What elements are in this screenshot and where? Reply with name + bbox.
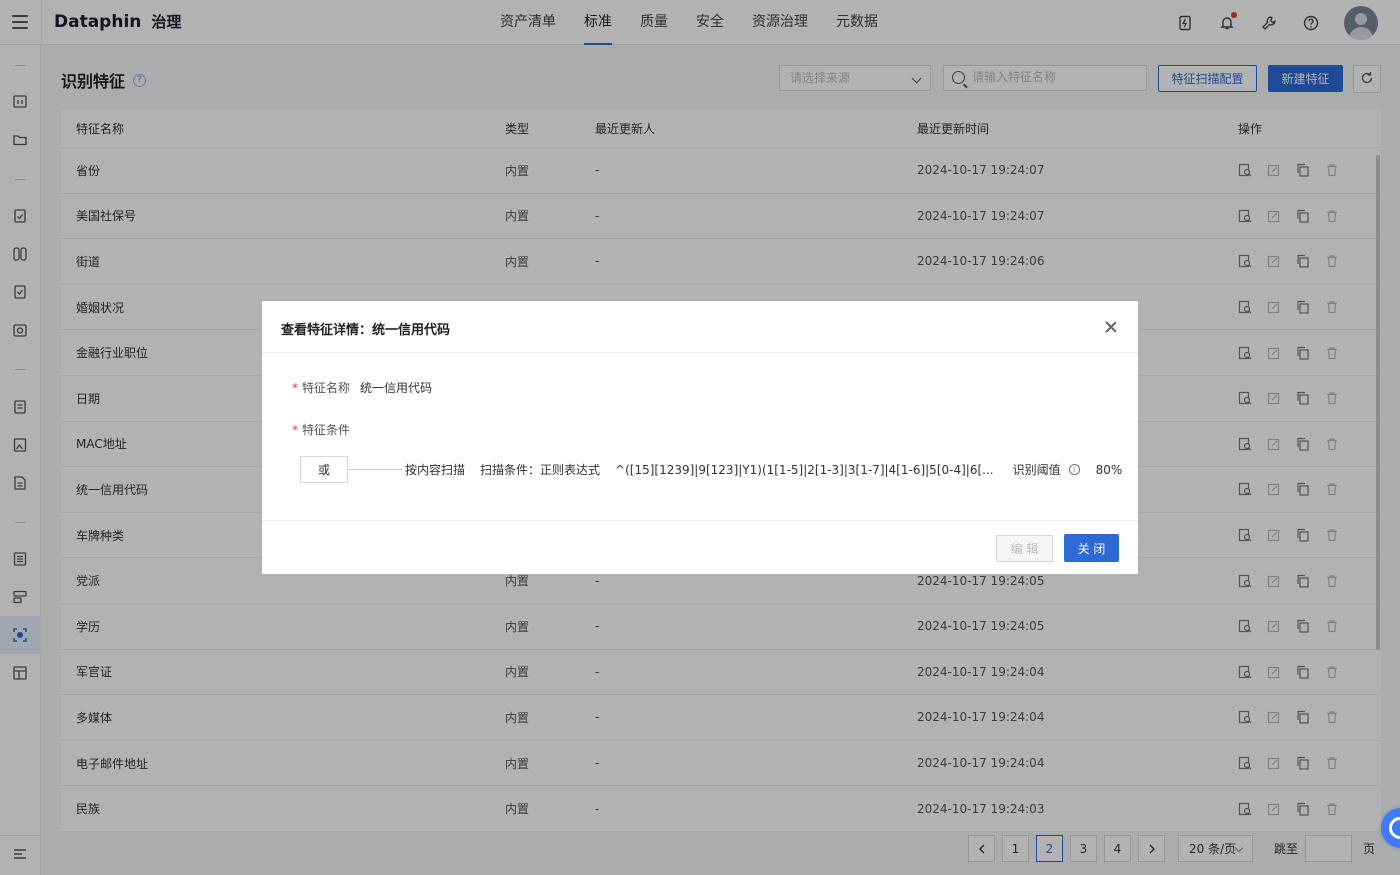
close-button[interactable]: 关 闭 [1064,534,1119,562]
scan-condition: 扫描条件：正则表达式 [480,463,601,477]
edit-button[interactable]: 编 辑 [996,535,1053,562]
feature-name-label: 特征名称 [302,381,351,395]
feature-name-value: 统一信用代码 [360,381,433,395]
threshold-label: 识别阈值 [1012,463,1061,477]
modal-header: 查看特征详情：统一信用代码 [262,301,1138,353]
info-icon[interactable]: i [1068,464,1080,475]
feature-name-row: * 特征名称 统一信用代码 [292,379,432,396]
regex-expression: ^([15][1239]|9[123]|Y1)(1[1-5]|2[1-3]|3[… [615,462,994,477]
connector-line [348,469,402,470]
feature-condition-label: 特征条件 [302,423,351,437]
scan-method: 按内容扫描 [405,463,466,477]
condition-item: 按内容扫描 扫描条件：正则表达式 ^([15][1239]|9[123]|Y1)… [405,461,1122,478]
feature-detail-modal: 查看特征详情：统一信用代码 * 特征名称 统一信用代码 * 特征条件 或 按内容… [262,301,1138,574]
modal-footer: 编 辑 关 闭 [262,520,1138,574]
threshold-value: 80% [1095,462,1123,477]
required-mark: * [292,380,298,395]
modal-title: 查看特征详情：统一信用代码 [281,323,451,338]
required-mark: * [292,422,298,437]
or-operator: 或 [300,456,348,483]
close-icon[interactable] [1104,320,1118,334]
feature-condition-row: * 特征条件 [292,421,360,438]
